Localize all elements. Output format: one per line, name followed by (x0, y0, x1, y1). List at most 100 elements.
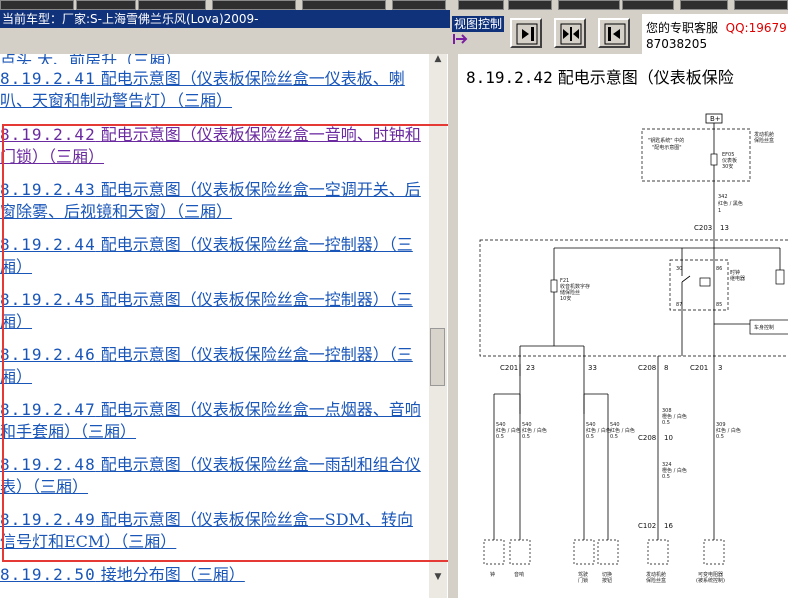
toc-item[interactable]: 8.19.2.44 配电示意图（仪表板保险丝盒一控制器）（三厢） (0, 234, 428, 278)
relay-pin-87: 87 (676, 302, 682, 308)
c208-lower-pin: 10 (664, 434, 673, 442)
c208-pin: 8 (664, 364, 668, 372)
toolbar-slot[interactable] (0, 0, 74, 10)
view-control-label: 视图控制 (452, 16, 505, 32)
wiring-diagram: B+ "钥匙系统" 中的 "配电示意图" 发动机舱 保险丝盒 EF05 仪表板 … (479, 113, 788, 584)
toc-item-partial[interactable]: 点头 大、前房升（三厢） (0, 54, 428, 64)
collapse-right-pane-button[interactable] (598, 18, 630, 48)
w540-color-4: 红色 / 白色 (610, 427, 635, 434)
toolbar-slot[interactable] (392, 0, 446, 10)
f21-label-2: 收音机数字存 (560, 283, 590, 290)
toc-item-number: 8.19.2.42 (0, 125, 96, 144)
c102-label: C102 (638, 522, 656, 530)
toolbar-slot[interactable] (212, 0, 296, 10)
c203-pin: 13 (720, 224, 729, 232)
arrow-right-bar-icon (516, 23, 538, 45)
w540-color-2: 红色 / 白色 (522, 427, 547, 434)
diagram-title-text: 配电示意图（仪表板保险 (557, 68, 734, 87)
top-box-label-2: "配电示意图" (652, 144, 682, 151)
scroll-up-icon[interactable]: ▲ (430, 54, 446, 68)
toc-item[interactable]: 8.19.2.41 配电示意图（仪表板保险丝盒一仪表板、喇叭、天窗和制动警告灯）… (0, 68, 428, 112)
toolbar-slot[interactable] (458, 0, 504, 10)
w308-size: 0.5 (662, 420, 670, 426)
toc-item[interactable]: 8.19.2.50 接地分布图（三厢） (0, 564, 428, 586)
toc-item[interactable]: 8.19.2.48 配电示意图（仪表板保险丝盒一雨刮和组合仪表）（三厢） (0, 454, 428, 498)
fuse-top-label-2: 仪表板 (722, 157, 737, 164)
support-label: 您的专职客服 (646, 21, 719, 35)
support-qq-link[interactable]: QQ:19679 (726, 21, 787, 35)
w540-color-3: 红色 / 白色 (586, 427, 611, 434)
right-top-label-2: 保险丝盒 (754, 137, 774, 144)
c201-mid-pin: 33 (588, 364, 597, 372)
c201-right-label: C201 (690, 364, 708, 372)
relay-pin-30: 30 (676, 266, 682, 272)
comp-switch-label-1: 切换 (602, 571, 612, 578)
comp-right-label-1: 可变电阻器 (698, 571, 723, 578)
toc-item[interactable]: 8.19.2.43 配电示意图（仪表板保险丝盒一空调开关、后窗除雾、后视镜和天窗… (0, 179, 428, 223)
top-box-label-1: "钥匙系统" 中的 (648, 137, 684, 144)
toc-item[interactable]: 8.19.2.49 配电示意图（仪表板保险丝盒一SDM、转向信号灯和ECM）（三… (0, 509, 428, 553)
fuse-top-label-3: 30安 (722, 163, 733, 170)
toolbar-slot[interactable] (558, 0, 620, 10)
toc-item[interactable]: 8.19.2.45 配电示意图（仪表板保险丝盒一控制器）（三厢） (0, 289, 428, 333)
comp-engine-label-2: 保险丝盒 (646, 577, 666, 584)
c102-pin: 16 (664, 522, 673, 530)
rheostat-component (703, 539, 725, 565)
f21-label-4: 10安 (560, 295, 571, 302)
collapse-left-pane-button[interactable] (510, 18, 542, 48)
toolbar-slot[interactable] (680, 0, 728, 10)
c203-label: C203 (694, 224, 712, 232)
w540-color-1: 红色 / 白色 (496, 427, 521, 434)
comp-door-label-1: 驾驶 (578, 571, 588, 578)
relay-label-1: 时钟 (730, 269, 740, 276)
w324-color: 橙色 / 白色 (662, 467, 687, 474)
w540-size-4: 0.5 (610, 434, 618, 440)
relay-pin-86: 86 (716, 266, 722, 272)
toc-item-number: 8.19.2.44 (0, 235, 96, 254)
wire-342-label: 342 (718, 194, 728, 200)
toolbar-slot[interactable] (508, 0, 552, 10)
toc-scrollbar[interactable]: ▲ ▼ (429, 54, 447, 598)
toolbar-slot[interactable] (734, 0, 788, 10)
c208-label: C208 (638, 364, 656, 372)
diagram-title: 8.19.2.42 配电示意图（仪表板保险 (466, 64, 734, 88)
w309-color: 红色 / 白色 (716, 427, 741, 434)
c201-left-label: C201 (500, 364, 518, 372)
ip-fuse-box-frame (479, 239, 788, 357)
toolbar-slot[interactable] (622, 0, 674, 10)
split-view-button[interactable] (554, 18, 586, 48)
w309-size: 0.5 (716, 434, 724, 440)
w540-size-3: 0.5 (586, 434, 594, 440)
pane-splitter[interactable] (448, 54, 458, 598)
scrollbar-thumb[interactable] (430, 328, 445, 386)
comp-right-label-2: (被系统控制) (696, 577, 725, 584)
pane-toggle-icon[interactable] (452, 32, 470, 46)
toc-item-number: 8.19.2.43 (0, 180, 96, 199)
toolbar-slot[interactable] (302, 0, 386, 10)
arrow-left-bar-icon (604, 23, 626, 45)
relay-label-2: 继电器 (730, 275, 745, 282)
fuse-ef05 (710, 153, 718, 166)
audio-component (509, 539, 531, 565)
toc-item-partial-text: 点头 大、前房升（三厢） (0, 54, 182, 64)
clock-component (483, 539, 505, 565)
toolbar-slot[interactable] (138, 0, 206, 10)
scroll-down-icon[interactable]: ▼ (430, 572, 446, 586)
wire-342-size: 1 (718, 208, 721, 214)
fuse-f21 (550, 279, 558, 293)
toc-item-current[interactable]: 8.19.2.42 配电示意图（仪表板保险丝盒一音响、时钟和门锁）（三厢） (0, 124, 428, 168)
toolbar-slot[interactable] (76, 0, 136, 10)
toc-item-number: 8.19.2.48 (0, 455, 96, 474)
w324-size: 0.5 (662, 474, 670, 480)
toc-item[interactable]: 8.19.2.46 配电示意图（仪表板保险丝盒一控制器）（三厢） (0, 344, 428, 388)
top-toolbar (0, 0, 788, 10)
w540-size-2: 0.5 (522, 434, 530, 440)
c201-right-pin: 3 (718, 364, 722, 372)
toc-pane: 点头 大、前房升（三厢） 8.19.2.41 配电示意图（仪表板保险丝盒一仪表板… (0, 54, 448, 598)
toc-item[interactable]: 8.19.2.47 配电示意图（仪表板保险丝盒一点烟器、音响和手套厢）（三厢） (0, 399, 428, 443)
toc-item-number: 8.19.2.45 (0, 290, 96, 309)
split-arrows-icon (560, 23, 582, 45)
comp-audio-label: 音响 (514, 571, 524, 578)
w308-color: 橙色 / 白色 (662, 413, 687, 420)
comp-switch-label-2: 按钮 (602, 577, 612, 584)
